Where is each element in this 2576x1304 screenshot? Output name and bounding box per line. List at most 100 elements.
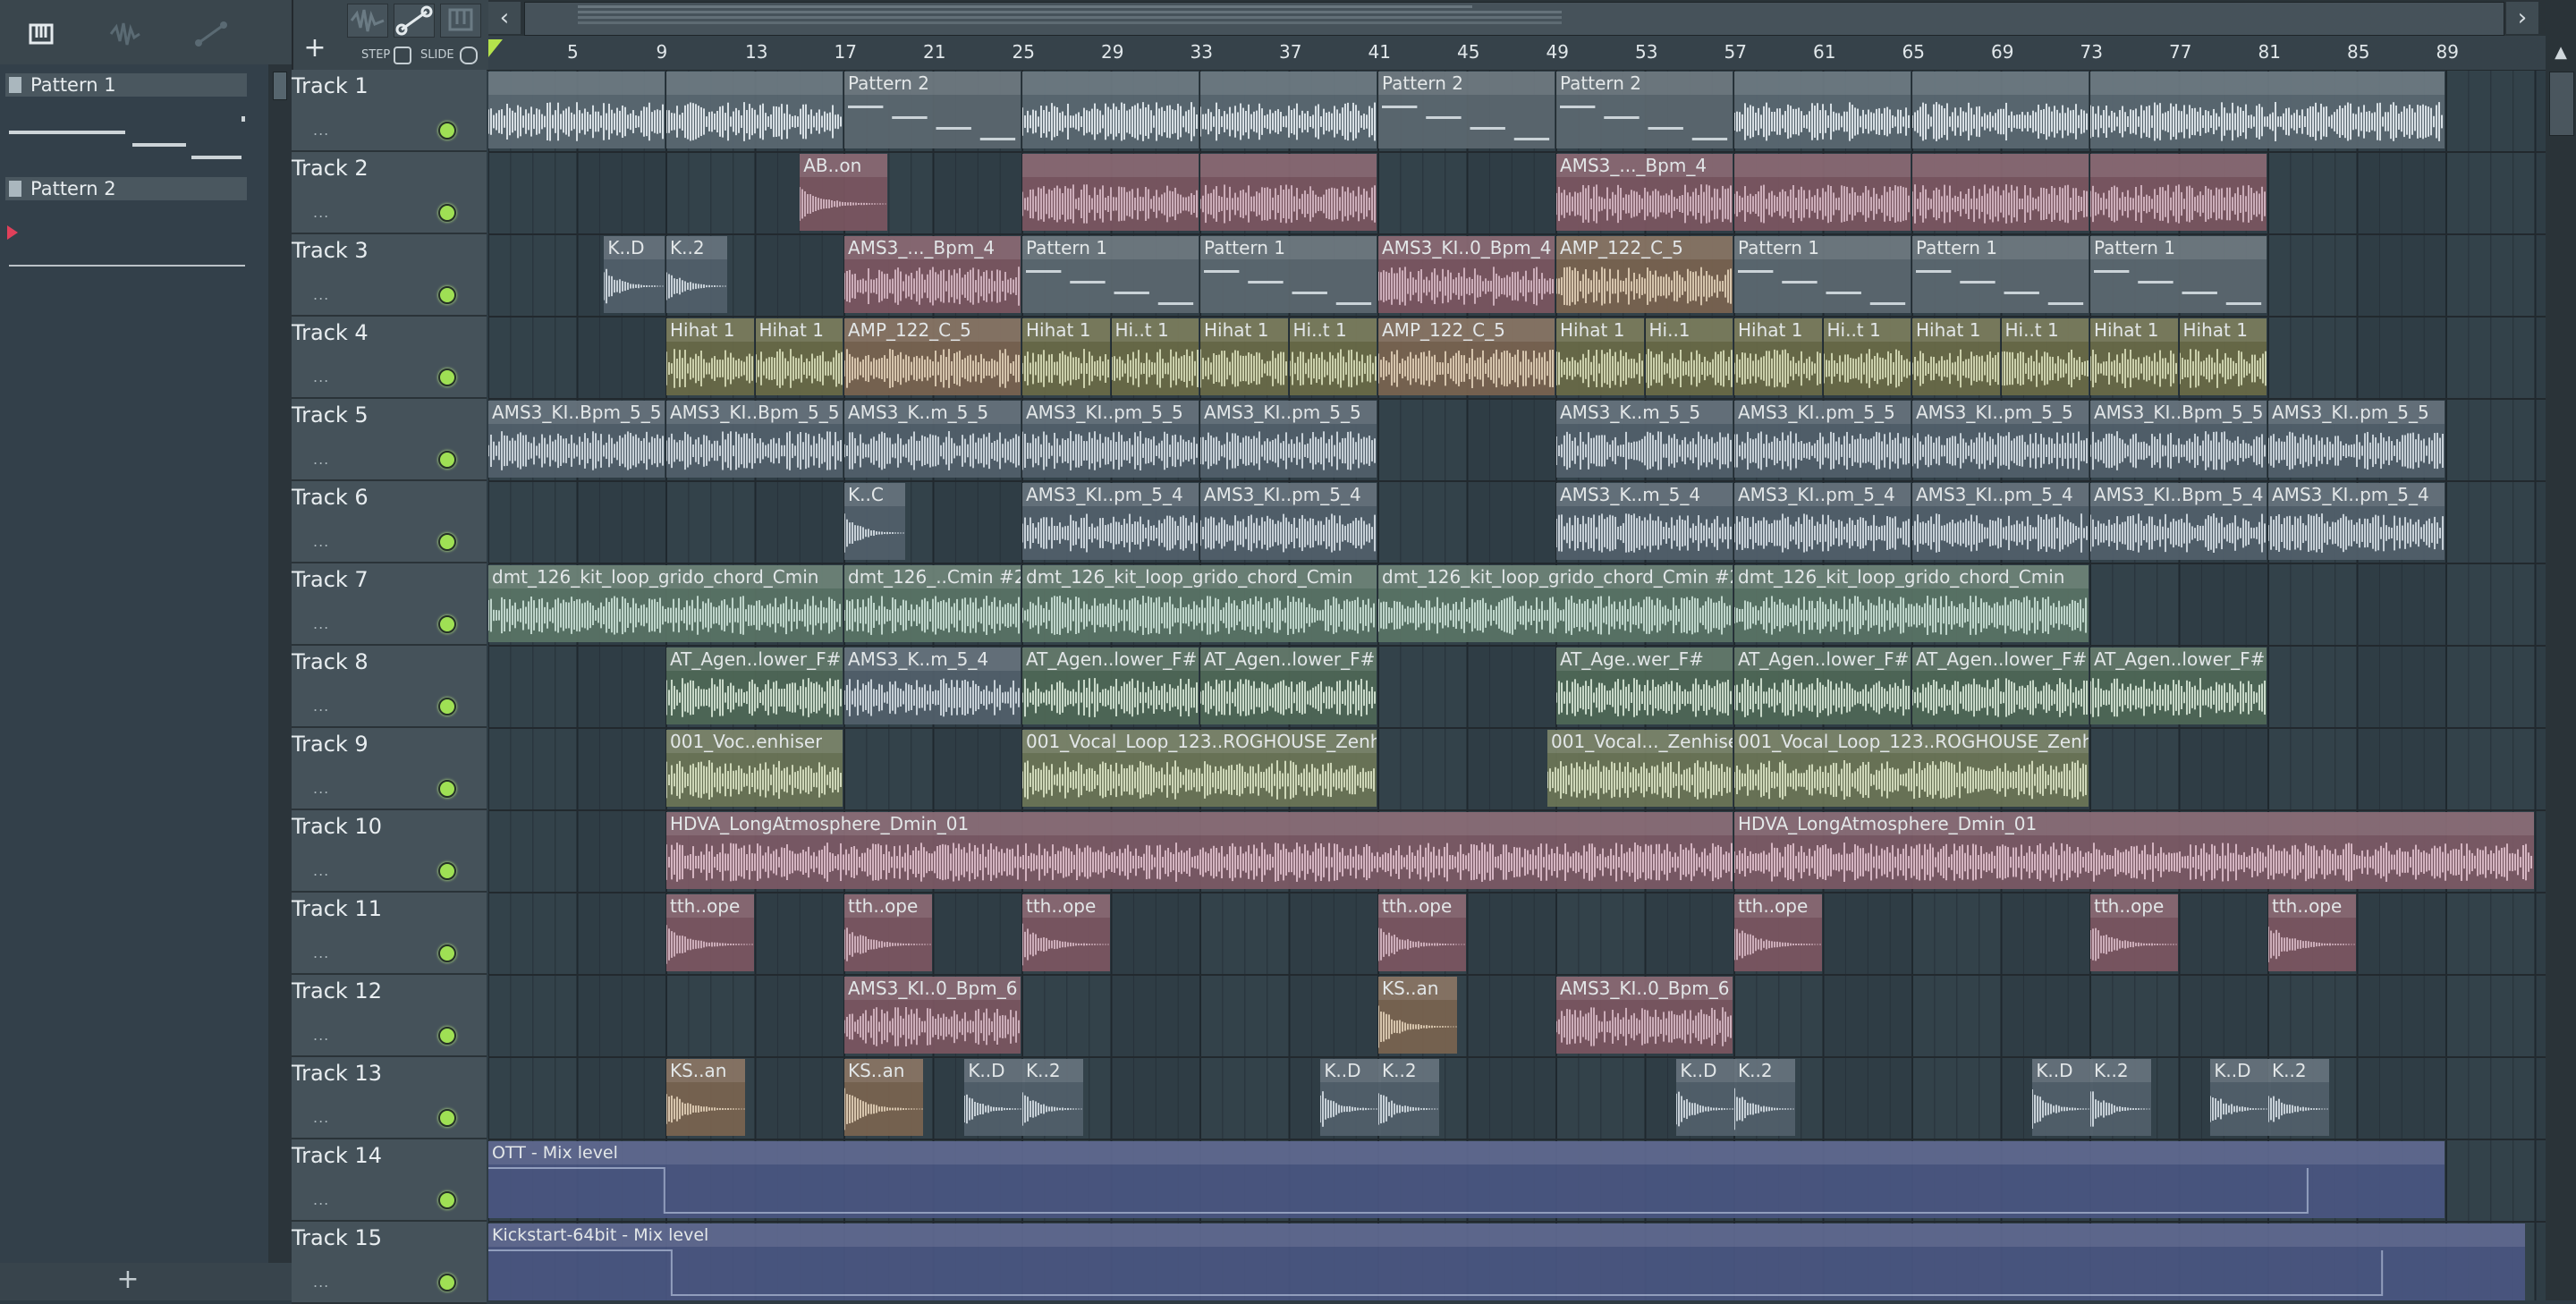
scroll-left-arrow[interactable]: ‹	[488, 2, 521, 34]
clip-header[interactable]	[1200, 72, 1377, 95]
mute-led-icon[interactable]	[438, 451, 456, 469]
playlist-clip[interactable]: Hihat 1	[1734, 318, 1822, 395]
playlist-clip[interactable]: AMS3_KI..pm_5_5	[1200, 401, 1377, 478]
mute-led-icon[interactable]	[438, 615, 456, 633]
playlist-clip[interactable]: K..2	[2268, 1059, 2329, 1136]
playlist-clip[interactable]: AMS3_..._Bpm_4	[844, 236, 1021, 313]
track-lane[interactable]: AMS3_KI..Bpm_5_5 AMS3_KI..Bpm_5_5 AMS3_K..…	[488, 399, 2546, 481]
playlist-clip[interactable]	[1022, 154, 1199, 231]
playhead-marker[interactable]	[488, 39, 503, 57]
mute-led-icon[interactable]	[438, 122, 456, 140]
clip-header[interactable]	[1912, 154, 2089, 177]
add-track-button[interactable]: +	[301, 34, 329, 63]
track-lane[interactable]: K..D K..2 AMS3_..._Bpm_4 Pattern 1 Pattern 1…	[488, 234, 2546, 317]
clip-header[interactable]	[2090, 72, 2445, 95]
mute-led-icon[interactable]	[438, 1027, 456, 1045]
track-lane[interactable]: AT_Agen..lower_F# AMS3_K..m_5_4 AT_Agen..l…	[488, 646, 2546, 728]
playlist-clip[interactable]: K..2	[1734, 1059, 1795, 1136]
playlist-clip[interactable]: 001_Vocal..._Zenhiser	[1547, 730, 1733, 807]
track-options[interactable]: ...	[313, 1027, 329, 1044]
playlist-clip[interactable]	[666, 72, 843, 148]
playlist-clip[interactable]: KS..an	[1378, 977, 1457, 1054]
mute-led-icon[interactable]	[438, 862, 456, 880]
picker-scrollbar[interactable]	[268, 64, 292, 1263]
playlist-clip[interactable]: dmt_126_..Cmin #2	[844, 565, 1021, 642]
clip-header[interactable]	[666, 72, 843, 95]
playlist-clip[interactable]: 001_Vocal_Loop_123..ROGHOUSE_Zenhiser	[1734, 730, 2089, 807]
track-header[interactable]: Track 2...	[292, 152, 487, 234]
playlist-clip[interactable]: AMS3_KI..pm_5_5	[1022, 401, 1199, 478]
playlist-clip[interactable]: AMS3_KI..pm_5_4	[1022, 483, 1199, 560]
playlist-clip[interactable]: tth..ope	[844, 894, 932, 971]
playlist-clip[interactable]	[1734, 154, 1911, 231]
playlist-clip[interactable]: AMS3_KI..pm_5_4	[1200, 483, 1377, 560]
playlist-clip[interactable]	[488, 72, 665, 148]
playlist-clip[interactable]: K..D	[1320, 1059, 1381, 1136]
automation-clip[interactable]: OTT - Mix level	[488, 1141, 2445, 1218]
playlist-clip[interactable]: Hihat 1	[2179, 318, 2267, 395]
clip-header[interactable]	[1022, 72, 1199, 95]
track-header[interactable]: Track 6...	[292, 481, 487, 563]
playlist-clip[interactable]: tth..ope	[1734, 894, 1822, 971]
playlist-clip[interactable]	[1200, 154, 1377, 231]
playlist-clip[interactable]: KS..an	[666, 1059, 745, 1136]
playlist-clip[interactable]: tth..ope	[666, 894, 754, 971]
playlist-clip[interactable]: AMS3_KI..Bpm_5_4	[2090, 483, 2267, 560]
playlist-clip[interactable]: Hihat 1	[666, 318, 754, 395]
playlist-clip[interactable]: 001_Vocal_Loop_123..ROGHOUSE_Zenhiser	[1022, 730, 1377, 807]
vertical-scroll-thumb[interactable]	[2549, 72, 2574, 136]
playlist-clip[interactable]: Pattern 2	[1556, 72, 1733, 148]
playlist-clip[interactable]: AMP_122_C_5	[1556, 236, 1733, 313]
mute-led-icon[interactable]	[438, 1191, 456, 1209]
track-header[interactable]: Track 1...	[292, 70, 487, 152]
clip-header[interactable]	[1022, 154, 1199, 177]
playlist-clip[interactable]: K..D	[2210, 1059, 2271, 1136]
clip-header[interactable]	[488, 1141, 2445, 1164]
draw-tool-button[interactable]	[347, 4, 388, 38]
track-header[interactable]: Track 11...	[292, 893, 487, 975]
playlist-clip[interactable]: tth..ope	[2090, 894, 2178, 971]
playlist-clip[interactable]: K..2	[1022, 1059, 1083, 1136]
playlist-clip[interactable]: K..2	[1378, 1059, 1439, 1136]
playlist-clip[interactable]: Pattern 2	[844, 72, 1021, 148]
clip-header[interactable]	[1200, 154, 1377, 177]
track-lane[interactable]: OTT - Mix level	[488, 1139, 2546, 1222]
track-header[interactable]: Track 13...	[292, 1057, 487, 1139]
playlist-clip[interactable]: Hi..t 1	[2001, 318, 2089, 395]
mute-led-icon[interactable]	[438, 368, 456, 386]
playlist-clip[interactable]: tth..ope	[2268, 894, 2356, 971]
track-header[interactable]: Track 5...	[292, 399, 487, 481]
playlist-clip[interactable]: tth..ope	[1022, 894, 1110, 971]
mute-led-icon[interactable]	[438, 1274, 456, 1291]
playlist-clip[interactable]: HDVA_LongAtmosphere_Dmin_01	[1734, 812, 2534, 889]
playlist-clip[interactable]: KS..an	[844, 1059, 923, 1136]
playlist-clip[interactable]: AMS3_KI..pm_5_5	[1912, 401, 2089, 478]
track-options[interactable]: ...	[313, 698, 329, 715]
mute-led-icon[interactable]	[438, 780, 456, 798]
playlist-clip[interactable]	[1022, 72, 1199, 148]
playlist-clip[interactable]: AMS3_KI..pm_5_5	[2268, 401, 2445, 478]
add-pattern-button[interactable]: +	[114, 1266, 141, 1293]
playlist-clip[interactable]	[1200, 72, 1377, 148]
track-header[interactable]: Track 12...	[292, 975, 487, 1057]
mute-led-icon[interactable]	[438, 533, 456, 551]
playlist-clip[interactable]: AMS3_KI..0_Bpm_6	[1556, 977, 1733, 1054]
playlist-grid[interactable]: Pattern 2 Pattern 2 Pattern 2 AB..on AMS3_..…	[488, 70, 2546, 1300]
track-options[interactable]: ...	[313, 780, 329, 797]
automation-clip-icon[interactable]	[193, 18, 229, 50]
playlist-clip[interactable]: Hi..t 1	[1289, 318, 1377, 395]
track-header[interactable]: Track 14...	[292, 1139, 487, 1222]
playlist-clip[interactable]: AMP_122_C_5	[1378, 318, 1555, 395]
playlist-clip[interactable]: K..D	[1676, 1059, 1737, 1136]
playlist-clip[interactable]: Hihat 1	[2090, 318, 2178, 395]
track-lane[interactable]: K..C AMS3_KI..pm_5_4 AMS3_KI..pm_5_4 AMS3_K…	[488, 481, 2546, 563]
picker-scroll-thumb[interactable]	[273, 72, 287, 100]
track-lane[interactable]: Kickstart-64bit - Mix level	[488, 1222, 2546, 1300]
track-options[interactable]: ...	[313, 944, 329, 961]
playlist-clip[interactable]: Pattern 2	[1378, 72, 1555, 148]
playlist-clip[interactable]: Hi..t 1	[1823, 318, 1911, 395]
track-header[interactable]: Track 9...	[292, 728, 487, 810]
automation-clip[interactable]: Kickstart-64bit - Mix level	[488, 1224, 2525, 1300]
playlist-clip[interactable]: AMS3_..._Bpm_4	[1556, 154, 1733, 231]
playlist-clip[interactable]: AMS3_K..m_5_4	[1556, 483, 1733, 560]
